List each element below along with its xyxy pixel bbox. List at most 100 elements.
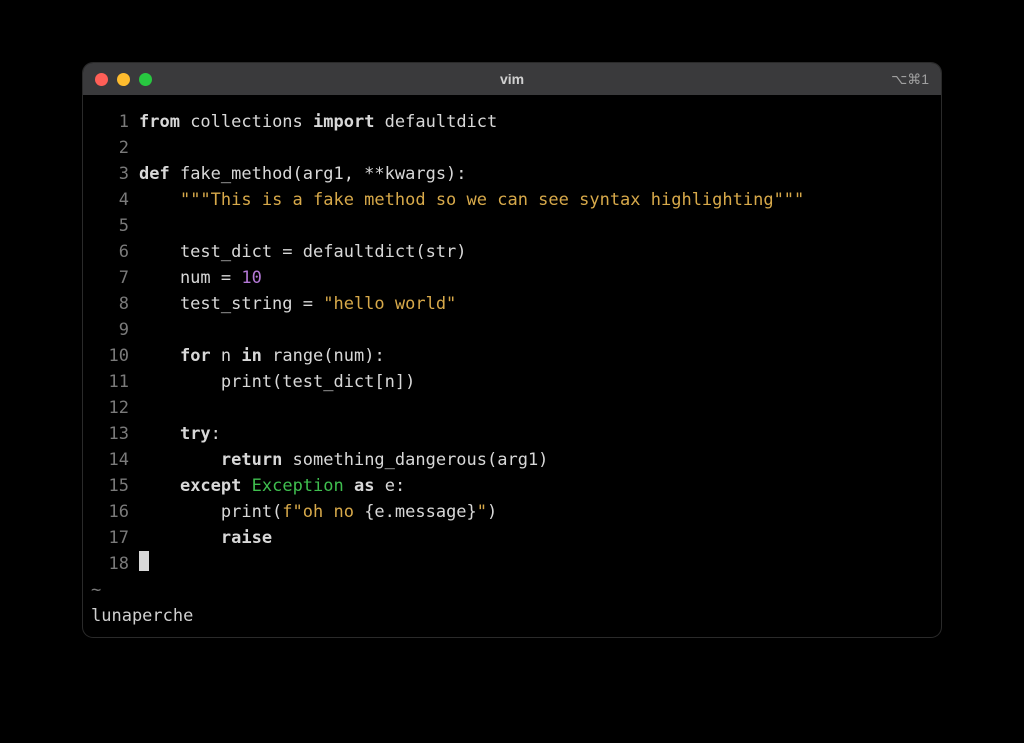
token: num =: [139, 268, 241, 288]
token: [241, 476, 251, 496]
line-number: 6: [83, 239, 139, 265]
code-line[interactable]: 5: [83, 213, 941, 239]
token: [139, 424, 180, 444]
code-line[interactable]: 4 """This is a fake method so we can see…: [83, 187, 941, 213]
token: "hello world": [323, 294, 456, 314]
code-content[interactable]: for n in range(num):: [139, 343, 941, 369]
code-content[interactable]: def fake_method(arg1, **kwargs):: [139, 161, 941, 187]
token: n: [211, 346, 242, 366]
code-content[interactable]: try:: [139, 421, 941, 447]
line-number: 15: [83, 473, 139, 499]
token: f"oh no: [282, 502, 364, 522]
code-content[interactable]: raise: [139, 525, 941, 551]
token: e:: [374, 476, 405, 496]
token: ": [477, 502, 487, 522]
code-line[interactable]: 18: [83, 551, 941, 577]
token: test_string =: [139, 294, 323, 314]
line-number: 5: [83, 213, 139, 239]
line-number: 13: [83, 421, 139, 447]
code-content[interactable]: test_string = "hello world": [139, 291, 941, 317]
token: print(: [139, 502, 282, 522]
code-line[interactable]: 11 print(test_dict[n]): [83, 369, 941, 395]
token: range(num):: [262, 346, 385, 366]
token: fake_method(arg1, **kwargs):: [170, 164, 467, 184]
code-content[interactable]: [139, 395, 941, 421]
status-line: lunaperche: [83, 603, 941, 629]
code-line[interactable]: 17 raise: [83, 525, 941, 551]
code-content[interactable]: [139, 551, 941, 577]
code-line[interactable]: 7 num = 10: [83, 265, 941, 291]
close-icon[interactable]: [95, 73, 108, 86]
token: [344, 476, 354, 496]
traffic-lights: [95, 73, 152, 86]
token: {e.message}: [364, 502, 477, 522]
code-line[interactable]: 2: [83, 135, 941, 161]
line-number: 17: [83, 525, 139, 551]
code-line[interactable]: 9: [83, 317, 941, 343]
token: as: [354, 476, 374, 496]
line-number: 14: [83, 447, 139, 473]
code-line[interactable]: 12: [83, 395, 941, 421]
cursor: [139, 551, 149, 571]
code-content[interactable]: from collections import defaultdict: [139, 109, 941, 135]
code-content[interactable]: [139, 213, 941, 239]
line-number: 8: [83, 291, 139, 317]
code-content[interactable]: print(f"oh no {e.message}"): [139, 499, 941, 525]
line-number: 7: [83, 265, 139, 291]
token: print(test_dict[n]): [139, 372, 415, 392]
window-title: vim: [83, 71, 941, 87]
line-number: 9: [83, 317, 139, 343]
minimize-icon[interactable]: [117, 73, 130, 86]
tilde-icon: ~: [83, 577, 137, 603]
code-line[interactable]: 6 test_dict = defaultdict(str): [83, 239, 941, 265]
token: test_dict = defaultdict(str): [139, 242, 467, 262]
line-number: 10: [83, 343, 139, 369]
window-shortcut-indicator: ⌥⌘1: [891, 71, 929, 88]
token: defaultdict: [374, 112, 497, 132]
line-number: 3: [83, 161, 139, 187]
line-number: 12: [83, 395, 139, 421]
token: in: [241, 346, 261, 366]
line-number: 18: [83, 551, 139, 577]
code-content[interactable]: return something_dangerous(arg1): [139, 447, 941, 473]
code-line[interactable]: 1from collections import defaultdict: [83, 109, 941, 135]
code-line[interactable]: 15 except Exception as e:: [83, 473, 941, 499]
token: def: [139, 164, 170, 184]
line-number: 11: [83, 369, 139, 395]
zoom-icon[interactable]: [139, 73, 152, 86]
line-number: 4: [83, 187, 139, 213]
code-line[interactable]: 8 test_string = "hello world": [83, 291, 941, 317]
code-line[interactable]: 10 for n in range(num):: [83, 343, 941, 369]
code-editor[interactable]: 1from collections import defaultdict23de…: [83, 95, 941, 629]
token: import: [313, 112, 374, 132]
token: something_dangerous(arg1): [282, 450, 548, 470]
code-line[interactable]: 3def fake_method(arg1, **kwargs):: [83, 161, 941, 187]
code-line[interactable]: 14 return something_dangerous(arg1): [83, 447, 941, 473]
code-content[interactable]: num = 10: [139, 265, 941, 291]
line-number: 1: [83, 109, 139, 135]
code-content[interactable]: except Exception as e:: [139, 473, 941, 499]
window-titlebar: vim ⌥⌘1: [83, 63, 941, 95]
code-content[interactable]: [139, 317, 941, 343]
token: 10: [241, 268, 261, 288]
code-line[interactable]: 16 print(f"oh no {e.message}"): [83, 499, 941, 525]
token: raise: [221, 528, 272, 548]
token: return: [221, 450, 282, 470]
code-content[interactable]: test_dict = defaultdict(str): [139, 239, 941, 265]
token: try: [180, 424, 211, 444]
token: ): [487, 502, 497, 522]
token: collections: [180, 112, 313, 132]
code-content[interactable]: [139, 135, 941, 161]
token: :: [211, 424, 221, 444]
token: from: [139, 112, 180, 132]
token: Exception: [252, 476, 344, 496]
token: [139, 450, 221, 470]
code-content[interactable]: """This is a fake method so we can see s…: [139, 187, 941, 213]
line-number: 16: [83, 499, 139, 525]
code-line[interactable]: 13 try:: [83, 421, 941, 447]
line-number: 2: [83, 135, 139, 161]
terminal-window: vim ⌥⌘1 1from collections import default…: [83, 63, 941, 637]
token: [139, 528, 221, 548]
code-content[interactable]: print(test_dict[n]): [139, 369, 941, 395]
token: [139, 346, 180, 366]
